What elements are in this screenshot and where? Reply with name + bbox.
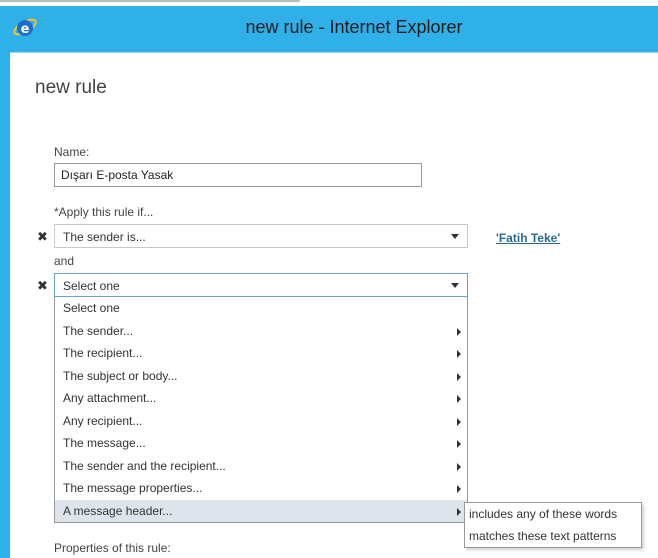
condition-select-1[interactable]: The sender is... [54,224,468,248]
dropdown-item-label: The recipient... [63,346,143,360]
properties-label: Properties of this rule: [54,541,171,555]
dropdown-item-label: The message... [63,436,146,450]
dropdown-item-message-header[interactable]: A message header... [55,499,467,522]
dropdown-item-label: The subject or body... [63,368,178,383]
condition-select-2[interactable]: Select one [54,273,468,297]
name-field[interactable] [54,163,422,187]
dropdown-item-any-recipient[interactable]: Any recipient... [55,410,467,433]
dropdown-item-sender-and-recipient[interactable]: The sender and the recipient... [55,455,467,478]
dropdown-item-label: The sender and the recipient... [63,458,226,473]
submenu-item-includes-words[interactable]: includes any of these words [465,503,641,525]
chevron-right-icon [457,440,461,448]
page-content: new rule Name: *Apply this rule if... ✖ … [10,52,658,558]
window-title: new rule - Internet Explorer [245,17,463,37]
chevron-right-icon [457,395,461,403]
chevron-right-icon [457,327,461,336]
chevron-right-icon [457,485,461,493]
remove-condition-icon[interactable]: ✖ [37,229,48,245]
chevron-right-icon [457,350,461,358]
chevron-right-icon [457,462,461,471]
name-label: Name: [54,145,90,159]
chevron-right-icon [457,417,461,426]
condition-select-1-value: The sender is... [63,230,146,244]
background-window-edge [0,0,300,2]
remove-condition-icon[interactable]: ✖ [37,278,48,294]
apply-rule-label: *Apply this rule if... [54,205,154,219]
submenu-item-matches-patterns[interactable]: matches these text patterns [465,525,641,547]
sender-link[interactable]: 'Fatih Teke' [496,231,560,245]
dropdown-item-label: Select one [63,301,120,315]
condition-select-2-value: Select one [63,279,120,293]
dropdown-item-sender[interactable]: The sender... [55,320,467,343]
message-header-submenu: includes any of these words matches thes… [464,502,642,548]
dropdown-item-label: Any attachment... [63,391,157,405]
dropdown-item-label: Any recipient... [63,413,143,428]
chevron-right-icon [457,372,461,381]
chevron-down-icon [451,283,459,288]
condition-dropdown-list: Select one The sender... The recipient..… [54,297,468,523]
chevron-right-icon [457,507,461,516]
dropdown-item-subject-or-body[interactable]: The subject or body... [55,365,467,388]
dropdown-item-label: A message header... [63,503,173,518]
window-titlebar: e new rule - Internet Explorer [0,6,658,52]
chevron-down-icon [451,234,459,239]
page-title: new rule [35,77,107,98]
and-label: and [54,254,75,268]
dropdown-item-label: The sender... [63,323,134,338]
dropdown-item-any-attachment[interactable]: Any attachment... [55,387,467,410]
dropdown-item-message[interactable]: The message... [55,432,467,455]
dropdown-item-select-one[interactable]: Select one [55,297,467,320]
dropdown-item-message-properties[interactable]: The message properties... [55,477,467,500]
dropdown-item-recipient[interactable]: The recipient... [55,342,467,365]
window-frame-left [0,52,10,558]
dropdown-item-label: The message properties... [63,481,203,495]
